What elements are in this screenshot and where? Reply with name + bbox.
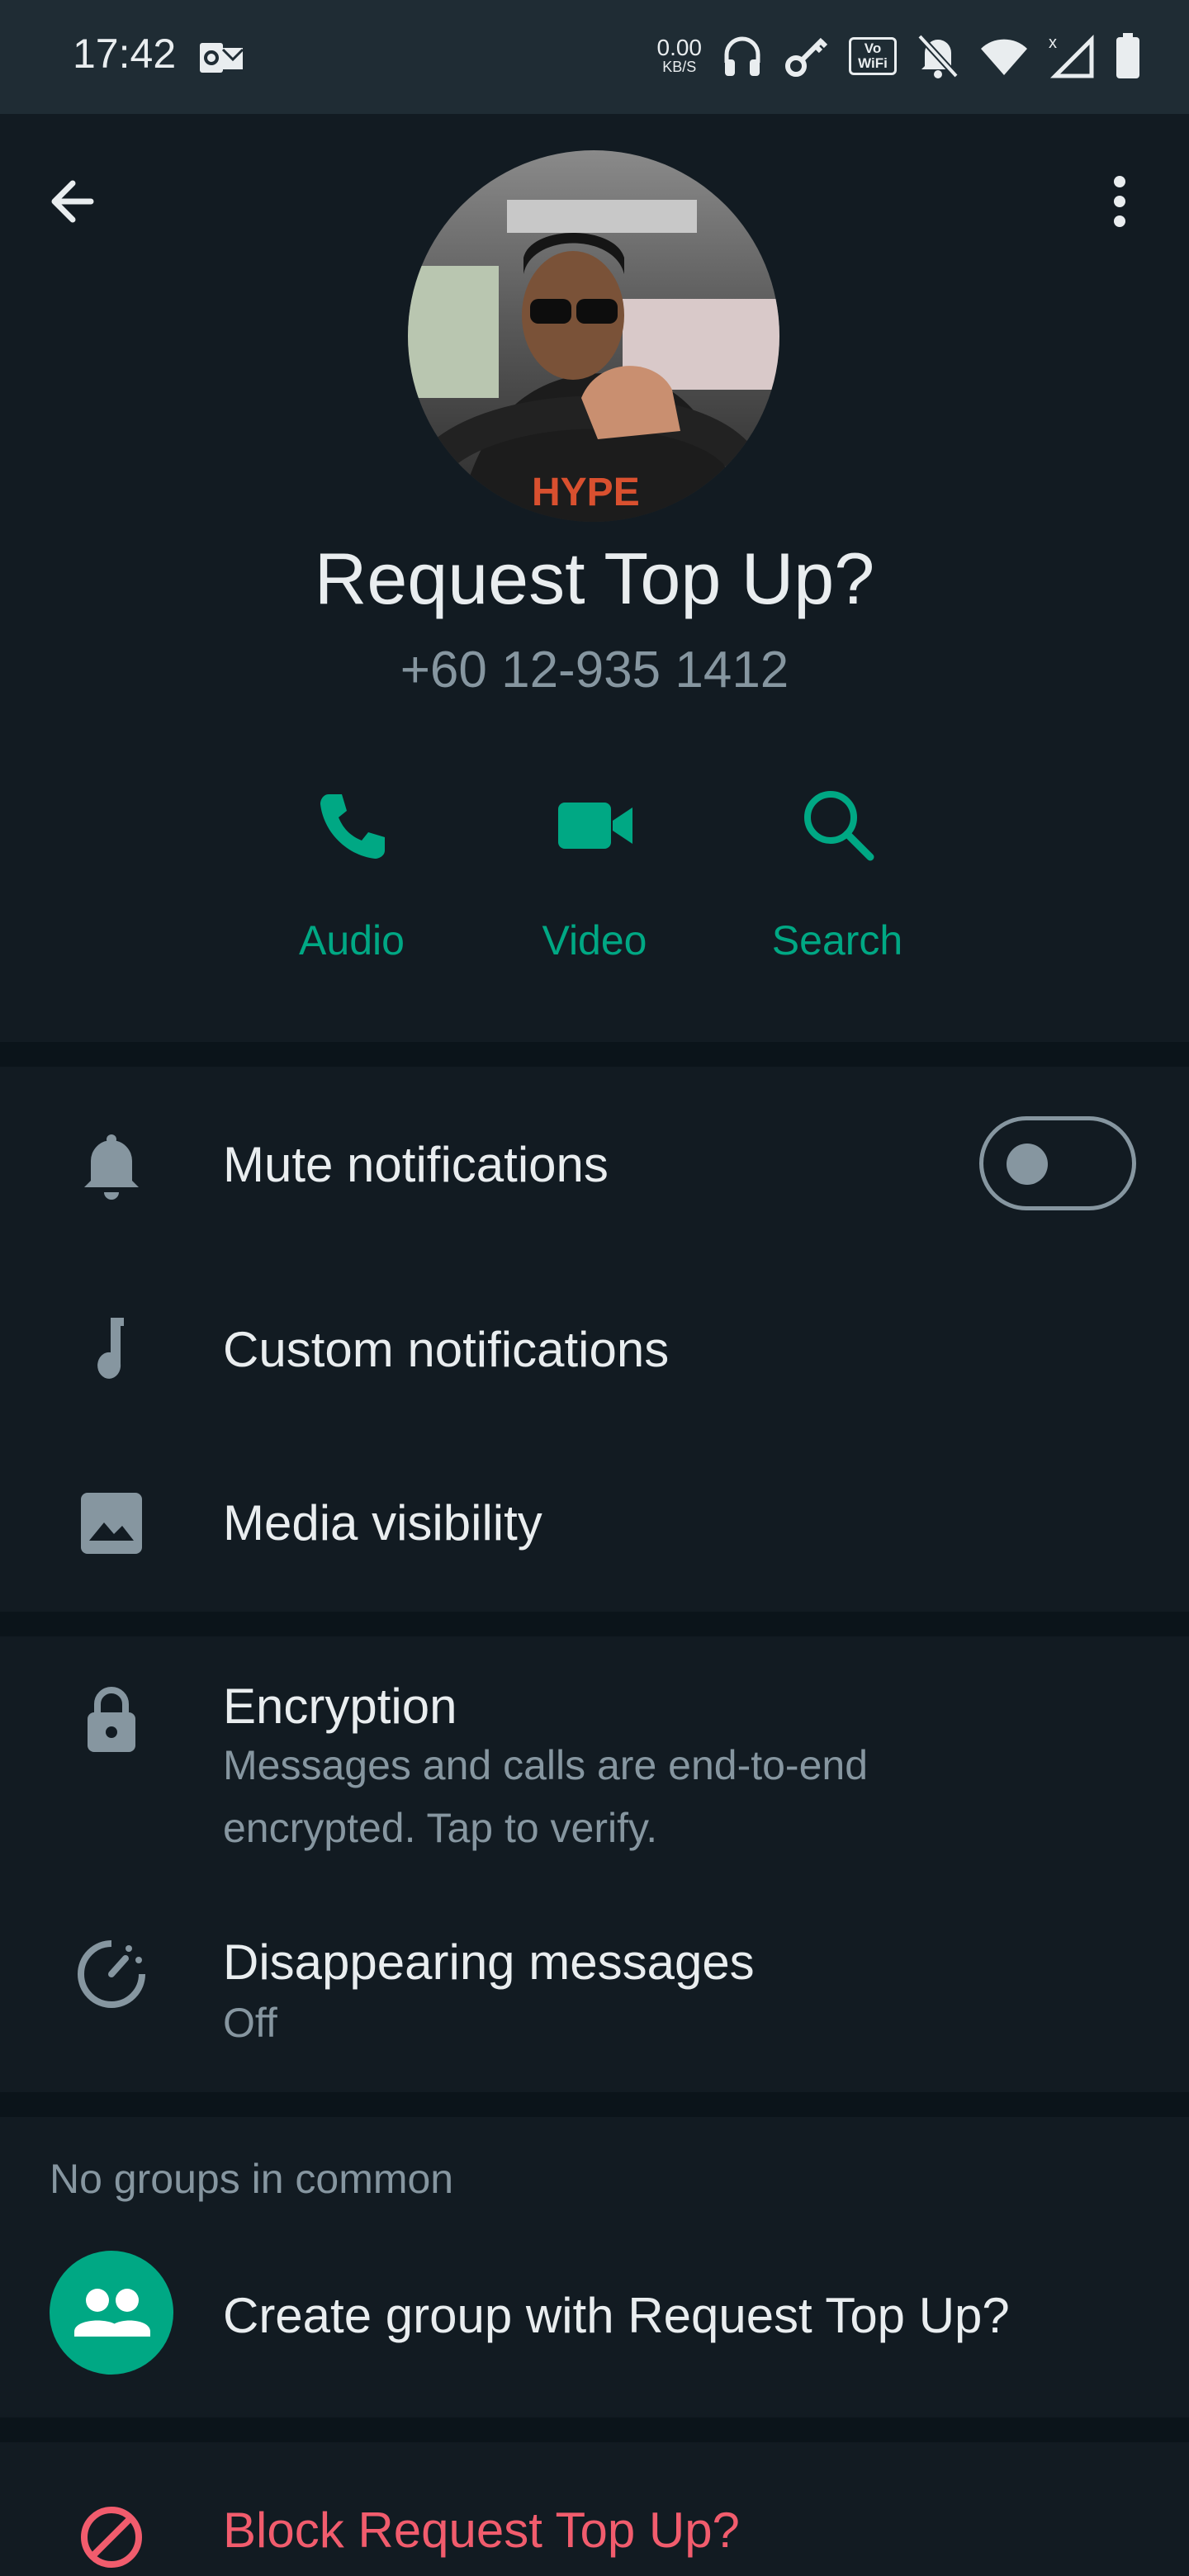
net-speed-unit: KB/S bbox=[662, 59, 697, 75]
contact-avatar[interactable]: HYPE bbox=[408, 150, 779, 522]
encryption-row[interactable]: Encryption Messages and calls are end-to… bbox=[0, 1636, 1189, 1884]
group-icon bbox=[74, 2289, 150, 2337]
disappearing-messages-row[interactable]: Disappearing messages Off bbox=[0, 1884, 1189, 2091]
video-icon bbox=[558, 803, 632, 849]
outlook-icon bbox=[200, 43, 244, 73]
encryption-title: Encryption bbox=[223, 1679, 457, 1734]
contact-phone: +60 12-935 1412 bbox=[400, 642, 789, 698]
svg-text:HYPE: HYPE bbox=[532, 471, 640, 514]
vowifi-icon: Vo WiFi bbox=[849, 37, 897, 75]
custom-notifications-label: Custom notifications bbox=[223, 1322, 670, 1377]
wifi-icon bbox=[981, 39, 1027, 75]
image-icon bbox=[81, 1493, 142, 1554]
media-visibility-label: Media visibility bbox=[223, 1495, 542, 1551]
net-speed-indicator: 0.00 KB/S bbox=[656, 35, 703, 76]
key-icon bbox=[785, 37, 828, 77]
bell-icon bbox=[84, 1134, 139, 1200]
search-icon bbox=[804, 791, 874, 861]
mute-toggle[interactable] bbox=[979, 1116, 1136, 1210]
bell-off-icon bbox=[917, 34, 959, 78]
mute-notifications-label: Mute notifications bbox=[223, 1137, 609, 1192]
more-options-icon[interactable] bbox=[1095, 168, 1144, 234]
encryption-subtitle-line2: encrypted. Tap to verify. bbox=[223, 1805, 658, 1851]
search-button[interactable]: Search bbox=[730, 784, 945, 983]
section-divider bbox=[0, 1612, 1189, 1636]
phone-icon bbox=[320, 794, 385, 859]
block-contact-row[interactable]: Block Request Top Up? bbox=[0, 2442, 1189, 2576]
search-label: Search bbox=[771, 917, 903, 964]
music-note-icon bbox=[97, 1318, 124, 1379]
net-speed-value: 0.00 bbox=[656, 35, 703, 60]
section-divider bbox=[0, 2092, 1189, 2117]
section-divider bbox=[0, 2417, 1189, 2442]
back-arrow-icon[interactable] bbox=[41, 168, 107, 234]
create-group-row[interactable]: Create group with Request Top Up? bbox=[0, 2229, 1189, 2394]
status-time: 17:42 bbox=[73, 31, 177, 77]
block-icon bbox=[81, 2507, 142, 2568]
create-group-label: Create group with Request Top Up? bbox=[223, 2288, 1010, 2343]
disappearing-messages-status: Off bbox=[223, 2000, 277, 2046]
disappearing-messages-title: Disappearing messages bbox=[223, 1934, 755, 1990]
create-group-avatar bbox=[50, 2251, 173, 2375]
signal-icon: x bbox=[1049, 34, 1094, 78]
groups-in-common-header: No groups in common bbox=[50, 2156, 454, 2202]
video-label: Video bbox=[542, 917, 647, 964]
audio-label: Audio bbox=[299, 917, 405, 964]
svg-text:x: x bbox=[1049, 34, 1057, 52]
contact-name: Request Top Up? bbox=[314, 537, 875, 619]
lock-icon bbox=[88, 1687, 135, 1752]
media-visibility-row[interactable]: Media visibility bbox=[0, 1435, 1189, 1608]
toggle-knob bbox=[1007, 1144, 1048, 1185]
battery-icon bbox=[1116, 33, 1139, 78]
video-call-button[interactable]: Video bbox=[487, 784, 702, 983]
status-icons: 0.00 KB/S Vo WiFi x bbox=[657, 30, 1142, 83]
block-contact-label: Block Request Top Up? bbox=[223, 2503, 740, 2558]
headphones-icon bbox=[724, 36, 760, 76]
status-bar: 17:42 0.00 KB/S Vo WiFi x bbox=[0, 0, 1189, 114]
custom-notifications-row[interactable]: Custom notifications bbox=[0, 1262, 1189, 1435]
audio-call-button[interactable]: Audio bbox=[244, 784, 459, 983]
section-divider bbox=[0, 1042, 1189, 1067]
disappearing-timer-icon bbox=[78, 1940, 145, 2008]
encryption-subtitle-line1: Messages and calls are end-to-end bbox=[223, 1742, 869, 1788]
